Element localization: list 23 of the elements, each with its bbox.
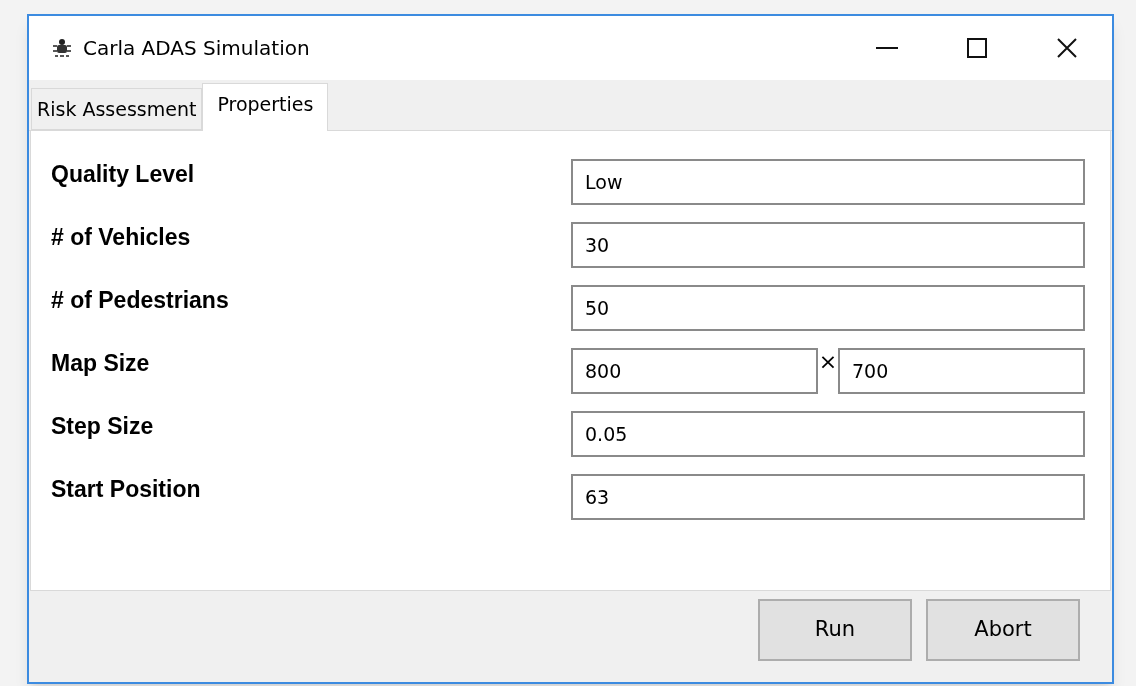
dialog-button[interactable]: Abort: [926, 599, 1080, 661]
window-title: Carla ADAS Simulation: [83, 35, 310, 62]
text-field[interactable]: Low: [571, 159, 1085, 205]
field-label: Quality Level: [51, 160, 196, 189]
tab[interactable]: Risk Assessment: [31, 88, 203, 130]
dialog-button[interactable]: Run: [758, 599, 912, 661]
times-sign: ×: [818, 348, 838, 376]
field-label: # of Vehicles: [51, 223, 192, 252]
maximize-icon: [967, 38, 987, 58]
bug-icon: [51, 37, 73, 59]
text-field[interactable]: 800: [571, 348, 818, 394]
text-field[interactable]: 700: [838, 348, 1085, 394]
tab[interactable]: Properties: [202, 83, 329, 131]
field-label: Start Position: [51, 475, 202, 504]
field-label: Step Size: [51, 412, 155, 441]
text-field[interactable]: 0.05: [571, 411, 1085, 457]
text-field[interactable]: 30: [571, 222, 1085, 268]
field-label: Map Size: [51, 349, 151, 378]
close-icon: [1057, 38, 1077, 58]
minimize-icon: [876, 47, 898, 49]
field-label: # of Pedestrians: [51, 286, 230, 315]
text-field[interactable]: 50: [571, 285, 1085, 331]
text-field[interactable]: 63: [571, 474, 1085, 520]
